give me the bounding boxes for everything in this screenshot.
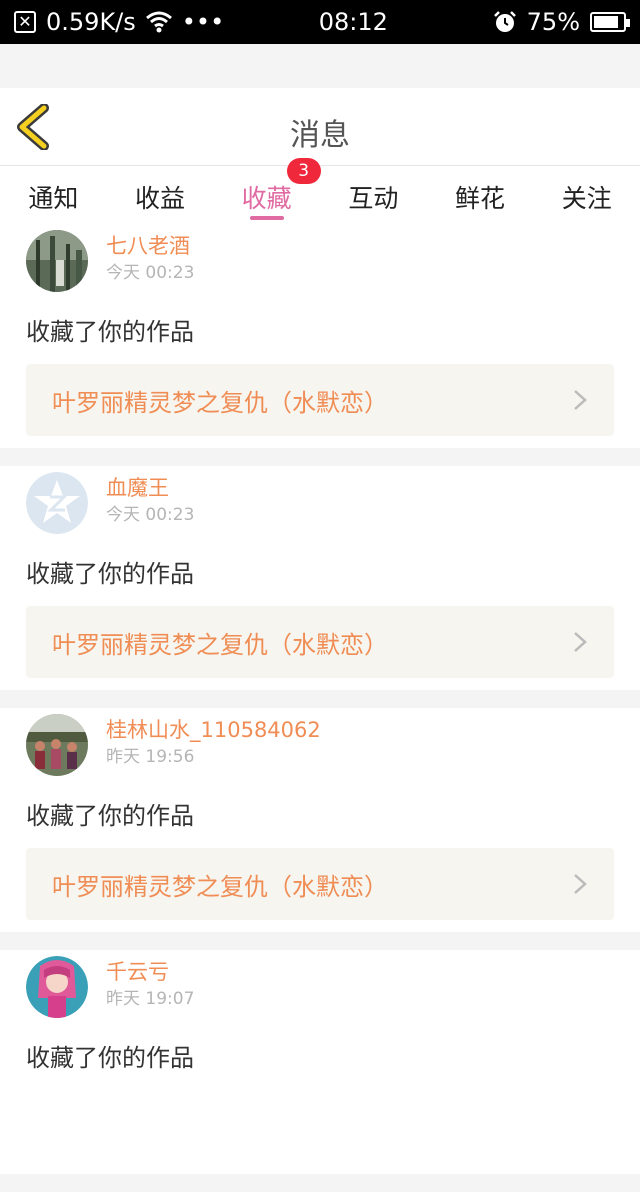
status-bar: ✕ 0.59K/s ••• 08:12 75% bbox=[0, 0, 640, 44]
tab-label: 关注 bbox=[561, 184, 612, 213]
message-list: 七八老酒 今天 00:23 收藏了你的作品 叶罗丽精灵梦之复仇（水默恋） 血魔王 bbox=[0, 224, 640, 1192]
battery-icon bbox=[590, 12, 630, 32]
chevron-right-icon bbox=[574, 632, 587, 652]
work-link[interactable]: 叶罗丽精灵梦之复仇（水默恋） bbox=[26, 364, 614, 436]
timestamp: 昨天 19:07 bbox=[106, 989, 195, 1009]
action-text: 收藏了你的作品 bbox=[26, 802, 194, 830]
action-text: 收藏了你的作品 bbox=[26, 318, 194, 346]
avatar[interactable] bbox=[26, 956, 88, 1018]
username[interactable]: 千云亏 bbox=[106, 958, 194, 986]
work-link[interactable]: 叶罗丽精灵梦之复仇（水默恋） bbox=[26, 848, 614, 920]
tab-label: 鲜花 bbox=[455, 184, 506, 213]
tab-earnings[interactable]: 收益 bbox=[107, 166, 214, 224]
tab-notifications[interactable]: 通知 bbox=[0, 166, 107, 224]
tab-bar: 通知 收益 收藏 3 互动 鲜花 关注 bbox=[0, 158, 640, 224]
chevron-right-icon bbox=[574, 874, 587, 894]
timestamp: 昨天 19:56 bbox=[106, 747, 195, 767]
tab-following[interactable]: 关注 bbox=[533, 166, 640, 224]
clock: 08:12 bbox=[318, 8, 388, 36]
username[interactable]: 血魔王 bbox=[106, 474, 194, 502]
avatar[interactable] bbox=[26, 472, 88, 534]
page-title: 消息 bbox=[290, 118, 350, 153]
message-card: 桂林山水_110584062 昨天 19:56 收藏了你的作品 叶罗丽精灵梦之复… bbox=[0, 708, 640, 932]
notification-x-icon: ✕ bbox=[14, 11, 36, 33]
header-bar: 消息 bbox=[0, 88, 640, 166]
message-card: 千云亏 昨天 19:07 收藏了你的作品 bbox=[0, 950, 640, 1174]
unread-badge: 3 bbox=[286, 158, 321, 184]
wifi-icon bbox=[145, 11, 172, 33]
tab-label: 互动 bbox=[348, 184, 399, 213]
avatar[interactable] bbox=[26, 714, 88, 776]
tab-flowers[interactable]: 鲜花 bbox=[427, 166, 534, 224]
timestamp: 今天 00:23 bbox=[106, 505, 195, 525]
username[interactable]: 桂林山水_110584062 bbox=[106, 716, 321, 744]
message-card: 七八老酒 今天 00:23 收藏了你的作品 叶罗丽精灵梦之复仇（水默恋） bbox=[0, 224, 640, 448]
active-tab-indicator bbox=[249, 216, 284, 220]
network-speed: 0.59K/s bbox=[46, 8, 136, 36]
timestamp: 今天 00:23 bbox=[106, 263, 195, 283]
tab-label: 收藏 bbox=[241, 184, 292, 213]
chevron-right-icon bbox=[574, 390, 587, 410]
username[interactable]: 七八老酒 bbox=[106, 232, 194, 260]
work-title: 叶罗丽精灵梦之复仇（水默恋） bbox=[52, 630, 388, 659]
tab-favorites[interactable]: 收藏 3 bbox=[213, 158, 321, 224]
message-card: 血魔王 今天 00:23 收藏了你的作品 叶罗丽精灵梦之复仇（水默恋） bbox=[0, 466, 640, 690]
avatar[interactable] bbox=[26, 230, 88, 292]
action-text: 收藏了你的作品 bbox=[26, 1044, 194, 1072]
battery-percent: 75% bbox=[526, 8, 580, 36]
action-text: 收藏了你的作品 bbox=[26, 560, 194, 588]
alarm-icon bbox=[493, 11, 516, 32]
work-title: 叶罗丽精灵梦之复仇（水默恋） bbox=[52, 388, 388, 417]
work-link[interactable]: 叶罗丽精灵梦之复仇（水默恋） bbox=[26, 606, 614, 678]
tab-interactions[interactable]: 互动 bbox=[320, 166, 427, 224]
work-title: 叶罗丽精灵梦之复仇（水默恋） bbox=[52, 872, 388, 901]
tab-label: 通知 bbox=[28, 184, 79, 213]
tab-label: 收益 bbox=[135, 184, 186, 213]
